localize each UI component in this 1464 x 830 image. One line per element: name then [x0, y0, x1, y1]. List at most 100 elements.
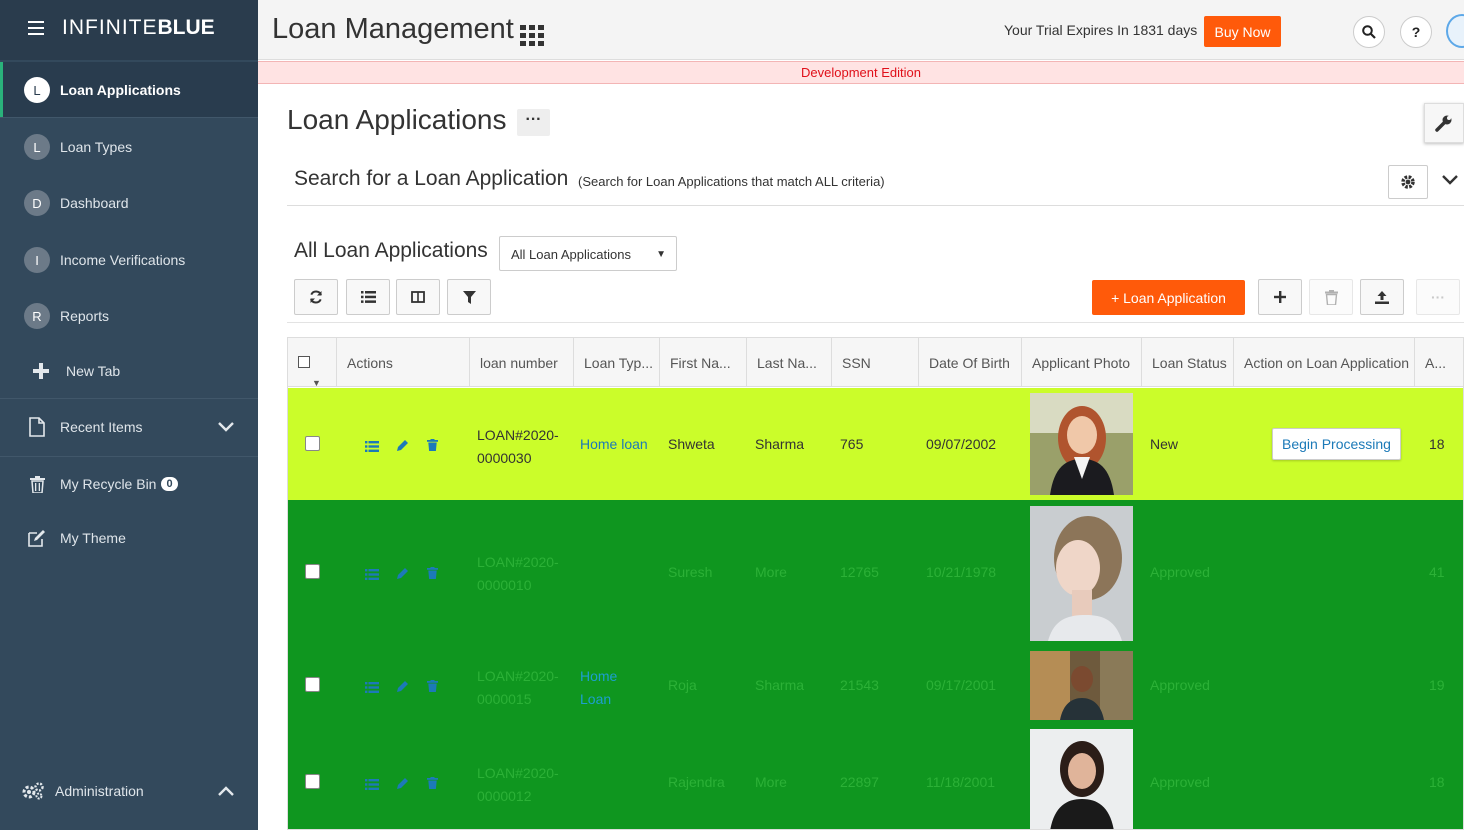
- trash-icon: [26, 475, 48, 493]
- sidebar-item-loan-applications[interactable]: L Loan Applications: [0, 62, 258, 118]
- sidebar-header: INFINITEBLUE: [0, 0, 258, 60]
- list-view-button[interactable]: [346, 279, 390, 315]
- select-all-header[interactable]: ▼: [288, 338, 336, 387]
- sidebar-item-recent-items[interactable]: Recent Items: [0, 399, 258, 455]
- sidebar-item-label: Reports: [60, 308, 110, 324]
- age: 18: [1429, 436, 1445, 452]
- details-icon[interactable]: [365, 567, 379, 585]
- upload-icon: [1375, 290, 1389, 304]
- document-icon: [26, 417, 48, 437]
- menu-icon[interactable]: [28, 21, 44, 35]
- column-header[interactable]: Actions: [336, 338, 469, 387]
- more-options-button[interactable]: ···: [517, 109, 550, 136]
- chevron-up-icon[interactable]: [218, 783, 234, 799]
- column-header[interactable]: Date Of Birth: [918, 338, 1021, 387]
- details-icon[interactable]: [365, 777, 379, 795]
- plus-icon: [30, 363, 52, 379]
- help-button[interactable]: ?: [1400, 16, 1432, 48]
- last-name: Sharma: [755, 436, 805, 452]
- row-checkbox[interactable]: [305, 677, 320, 692]
- loan-type-link[interactable]: Home Loan: [580, 665, 617, 711]
- edit-icon[interactable]: [397, 566, 409, 584]
- applicant-photo: [1030, 506, 1133, 641]
- first-name: Shweta: [668, 436, 715, 452]
- row-checkbox[interactable]: [305, 436, 320, 451]
- initial-icon: D: [24, 190, 50, 216]
- sidebar-item-new-tab[interactable]: New Tab: [0, 343, 258, 399]
- sidebar-item-income-verifications[interactable]: I Income Verifications: [0, 232, 258, 288]
- column-header[interactable]: SSN: [831, 338, 918, 387]
- first-name: Roja: [668, 677, 697, 693]
- column-header[interactable]: Loan Status: [1141, 338, 1233, 387]
- details-icon[interactable]: [365, 680, 379, 698]
- new-loan-application-button[interactable]: + Loan Application: [1092, 280, 1245, 315]
- column-header[interactable]: Action on Loan Application: [1233, 338, 1414, 387]
- loan-type-link[interactable]: Home loan: [580, 436, 648, 452]
- divider: [0, 117, 258, 118]
- delete-icon[interactable]: [427, 776, 438, 794]
- sidebar-item-loan-types[interactable]: L Loan Types: [0, 119, 258, 175]
- initial-icon: I: [24, 247, 50, 273]
- buy-now-button[interactable]: Buy Now: [1204, 16, 1281, 47]
- delete-icon[interactable]: [427, 438, 438, 456]
- first-name: Suresh: [668, 564, 713, 580]
- column-header[interactable]: Last Na...: [746, 338, 831, 387]
- plus-icon: [1274, 291, 1286, 303]
- age: 19: [1429, 677, 1445, 693]
- sidebar-item-dashboard[interactable]: D Dashboard: [0, 175, 258, 231]
- column-header[interactable]: loan number: [469, 338, 573, 387]
- table-row[interactable]: LOAN#2020- 0000015 Home Loan Roja Sharma 2…: [288, 645, 1463, 723]
- row-checkbox[interactable]: [305, 774, 320, 789]
- row-checkbox[interactable]: [305, 564, 320, 579]
- search-button[interactable]: [1353, 16, 1385, 48]
- applicant-photo: [1030, 651, 1133, 720]
- initial-icon: L: [24, 77, 50, 103]
- sidebar-item-label: Administration: [55, 783, 144, 799]
- refresh-button[interactable]: [294, 279, 338, 315]
- add-button[interactable]: [1258, 279, 1302, 315]
- view-select[interactable]: All Loan Applications ▼: [499, 236, 677, 271]
- column-header[interactable]: A...: [1414, 338, 1463, 387]
- sidebar-item-recycle-bin[interactable]: My Recycle Bin 0: [0, 456, 258, 512]
- begin-processing-button[interactable]: Begin Processing: [1272, 428, 1401, 460]
- page-settings-button[interactable]: [1424, 103, 1464, 143]
- initial-icon: R: [24, 303, 50, 329]
- loan-number[interactable]: LOAN#2020- 0000012: [477, 762, 559, 808]
- sidebar-item-label: Loan Applications: [60, 82, 181, 98]
- sidebar-item-administration[interactable]: Administration: [0, 763, 258, 819]
- sidebar-item-my-theme[interactable]: My Theme: [0, 510, 258, 566]
- search-section-subtitle: (Search for Loan Applications that match…: [578, 174, 885, 189]
- column-header[interactable]: Applicant Photo: [1021, 338, 1141, 387]
- column-header[interactable]: Loan Typ...: [573, 338, 659, 387]
- main-content: Loan Applications ··· Search for a Loan …: [258, 85, 1464, 830]
- loan-number[interactable]: LOAN#2020- 0000030: [477, 424, 559, 470]
- edit-icon[interactable]: [397, 776, 409, 794]
- loan-number[interactable]: LOAN#2020- 0000010: [477, 551, 559, 597]
- search-settings-button[interactable]: [1388, 165, 1428, 199]
- table-row[interactable]: LOAN#2020- 0000030 Home loan Shweta Sharm…: [288, 388, 1463, 500]
- caret-down-icon: ▼: [656, 249, 666, 260]
- chevron-down-icon[interactable]: [218, 419, 234, 435]
- table-row[interactable]: LOAN#2020- 0000012 Rajendra More 22897 11…: [288, 723, 1463, 829]
- more-actions-button[interactable]: ···: [1416, 279, 1460, 315]
- column-header[interactable]: First Na...: [659, 338, 746, 387]
- avatar[interactable]: [1446, 14, 1464, 48]
- details-icon[interactable]: [365, 439, 379, 457]
- edit-icon[interactable]: [397, 679, 409, 697]
- export-button[interactable]: [1360, 279, 1404, 315]
- app-launcher-icon[interactable]: [520, 25, 544, 46]
- columns-button[interactable]: [396, 279, 440, 315]
- loan-number[interactable]: LOAN#2020- 0000015: [477, 665, 559, 711]
- delete-icon[interactable]: [427, 566, 438, 584]
- ssn: 12765: [840, 564, 879, 580]
- sidebar-item-reports[interactable]: R Reports: [0, 288, 258, 344]
- chevron-down-icon[interactable]: [1442, 172, 1458, 190]
- filter-button[interactable]: [447, 279, 491, 315]
- delete-icon[interactable]: [427, 679, 438, 697]
- edit-icon[interactable]: [397, 438, 409, 456]
- table-row[interactable]: LOAN#2020- 0000010 Suresh More 12765 10/2…: [288, 500, 1463, 645]
- search-icon: [1362, 25, 1376, 39]
- sidebar: INFINITEBLUE L Loan Applications L Loan …: [0, 0, 258, 830]
- select-all-checkbox[interactable]: [298, 356, 310, 368]
- delete-button[interactable]: [1309, 279, 1353, 315]
